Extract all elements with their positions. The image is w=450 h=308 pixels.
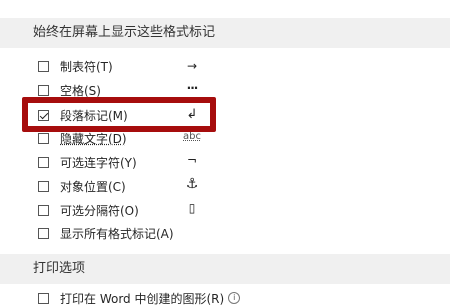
optional-hyphen-mark-icon: ¬	[186, 153, 198, 167]
option-show-all-marks[interactable]: 显示所有格式标记(A)	[38, 223, 218, 243]
option-label: 显示所有格式标记(A)	[60, 226, 174, 241]
checkbox-optional-breaks[interactable]	[38, 204, 49, 216]
checkbox-object-anchors[interactable]	[38, 180, 49, 192]
hidden-text-mark-icon: abc	[183, 130, 201, 142]
checkbox-tab-characters[interactable]	[38, 60, 49, 72]
option-label: 对象位置(C)	[60, 179, 126, 194]
option-label: 可选分隔符(O)	[60, 203, 139, 218]
anchor-icon: ⚓	[185, 176, 199, 192]
option-label: 段落标记(M)	[60, 108, 128, 123]
section-title-display: 始终在屏幕上显示这些格式标记	[33, 25, 216, 40]
checkbox-print-drawings[interactable]	[38, 292, 49, 304]
option-label: 打印在 Word 中创建的图形(R)	[60, 291, 225, 306]
option-label: 可选连字符(Y)	[60, 155, 137, 170]
section-header-print-options: 打印选项	[0, 254, 450, 284]
checkbox-hidden-text[interactable]	[38, 132, 49, 144]
optional-break-mark-icon: ▯	[188, 201, 196, 215]
checkbox-spaces[interactable]	[38, 84, 49, 96]
checkbox-optional-hyphens[interactable]	[38, 156, 49, 168]
paragraph-mark-icon: ↲	[186, 106, 198, 122]
space-mark-icon: ···	[186, 81, 199, 95]
option-label: 空格(S)	[60, 83, 101, 98]
section-header-display-marks: 始终在屏幕上显示这些格式标记	[0, 18, 450, 48]
checkbox-show-all-marks[interactable]	[38, 227, 49, 239]
tab-mark-icon: →	[186, 59, 198, 73]
option-print-drawings[interactable]: 打印在 Word 中创建的图形(R) i	[38, 288, 298, 308]
option-label: 制表符(T)	[60, 59, 113, 74]
previous-options-cut	[0, 0, 450, 6]
checkbox-paragraph-marks[interactable]	[38, 109, 49, 121]
option-label: 隐藏文字(D)	[60, 131, 127, 146]
section-title-print: 打印选项	[33, 261, 86, 276]
info-icon[interactable]: i	[228, 292, 241, 304]
